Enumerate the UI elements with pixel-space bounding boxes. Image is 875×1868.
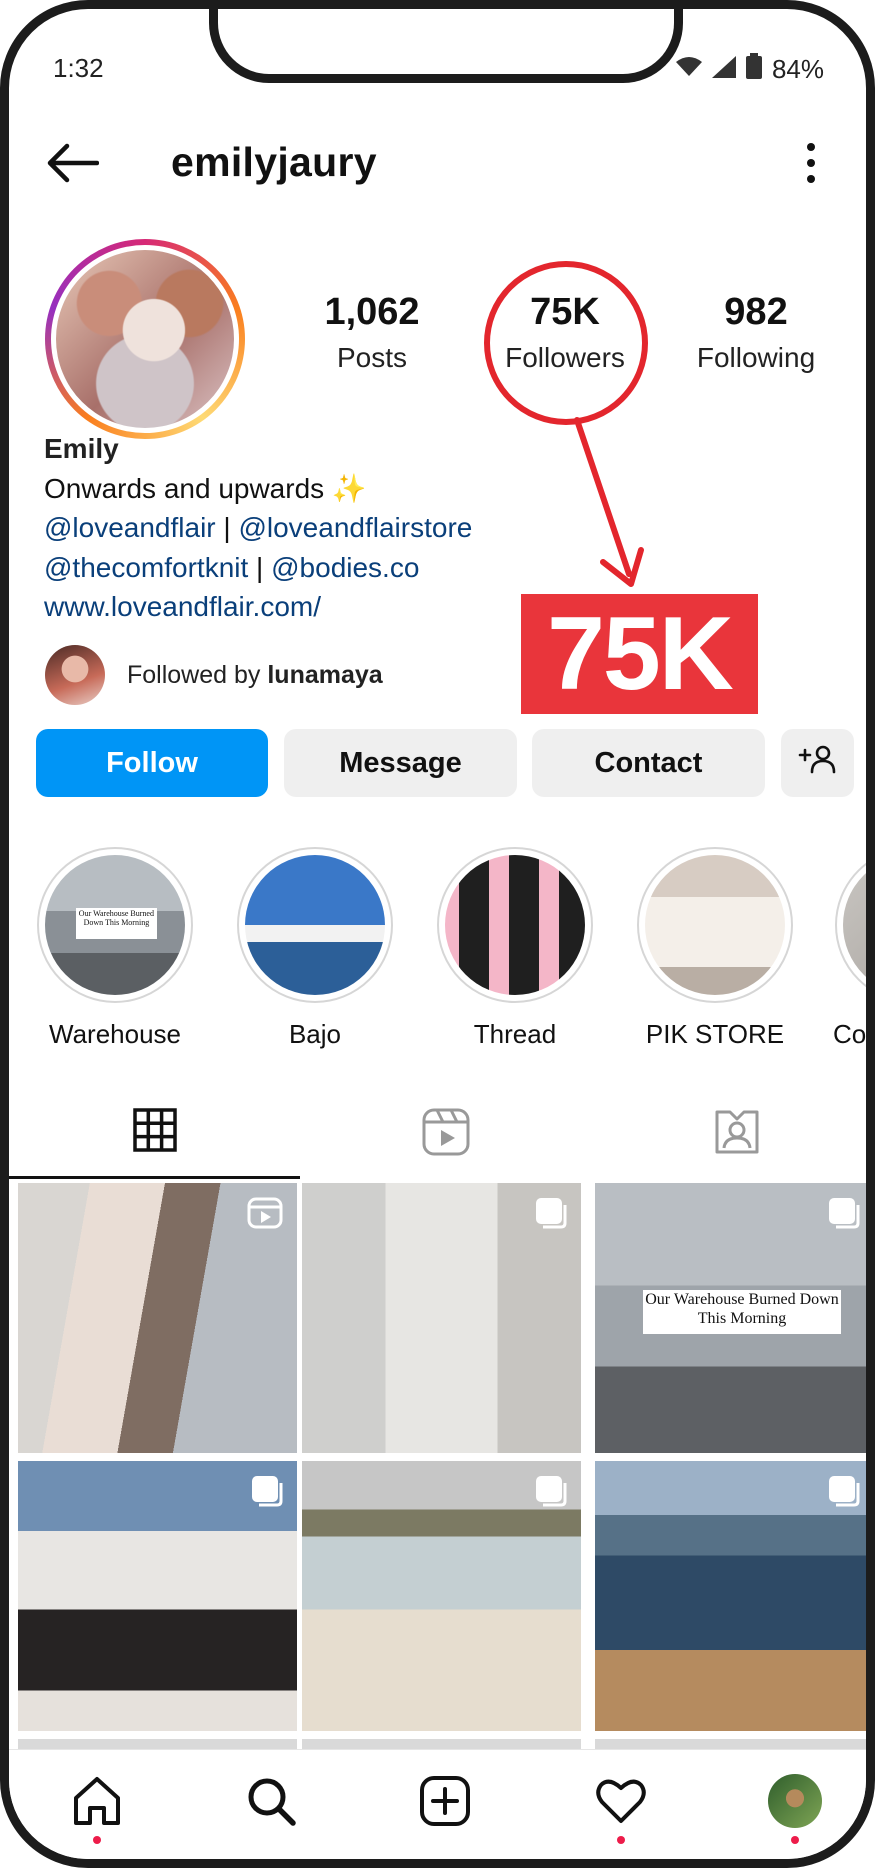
nav-activity[interactable] [591,1774,651,1844]
nav-home[interactable] [67,1774,127,1844]
tab-posts-grid[interactable] [9,1089,300,1179]
tagged-icon [712,1107,762,1162]
phone-frame: 1:32 84% emilyjaury 1,062 Posts 75K Foll… [0,0,875,1868]
nav-create[interactable] [415,1774,475,1844]
mention-link[interactable]: @thecomfortknit [44,552,248,583]
followed-by[interactable]: Followed by lunamaya [45,645,383,705]
bottom-navigation [9,1749,866,1859]
profile-tabs [9,1089,866,1179]
annotation-arrow [574,417,644,587]
add-user-button[interactable] [781,729,854,797]
carousel-icon [828,1475,860,1512]
stat-label: Posts [336,342,408,373]
highlight-label: Bajo [288,1019,342,1049]
mention-link[interactable]: @loveandflairstore [238,512,472,543]
carousel-icon [535,1197,567,1234]
tab-reels[interactable] [300,1089,591,1179]
follow-button[interactable]: Follow [36,729,268,797]
carousel-icon [251,1475,283,1512]
followed-by-text: Followed by lunamaya [127,660,383,689]
annotation-followers-callout: 75K [521,594,758,714]
stat-value: 1,062 [324,291,420,333]
annotation-circle [484,261,648,425]
highlight-warehouse[interactable]: Our Warehouse Burned Down This Morning W… [35,847,195,1050]
stat-posts[interactable]: 1,062 Posts [287,291,457,374]
sign-text: Our Warehouse Burned Down This Morning [75,908,157,939]
post-thumbnail[interactable] [302,1461,581,1731]
carousel-icon [535,1475,567,1512]
post-thumbnail[interactable] [18,1183,297,1453]
highlight-label: PIK STORE [645,1019,785,1049]
mutual-username: lunamaya [267,660,383,689]
profile-avatar-story-ring[interactable] [45,239,245,439]
highlight-cover: Our Warehouse Burned Down This Morning [45,855,185,995]
post-thumbnail[interactable] [302,1183,581,1453]
post-thumbnail[interactable] [595,1461,866,1731]
highlight-col[interactable]: Col [833,847,873,1050]
bio-links-row-2: @thecomfortknit | @bodies.co [44,551,420,583]
stat-label: Following [696,342,816,373]
status-icons: 84% [675,53,824,86]
grid-icon [132,1107,178,1158]
stat-following[interactable]: 982 Following [671,291,841,374]
status-time: 1:32 [53,53,104,83]
notification-dot [791,1836,799,1844]
highlight-bajo[interactable]: Bajo [235,847,395,1050]
vertical-dots-icon[interactable] [799,139,823,187]
carousel-icon [828,1197,860,1234]
nav-search[interactable] [241,1774,301,1844]
highlight-cover [843,855,866,995]
post-thumbnail[interactable] [18,1461,297,1731]
bio-text: Onwards and upwards ✨ [44,472,367,504]
mention-link[interactable]: @loveandflair [44,512,216,543]
highlight-label: Thread [473,1019,557,1049]
battery-icon [745,53,762,86]
website-link[interactable]: www.loveandflair.com/ [44,587,472,627]
highlight-cover [445,855,585,995]
heart-icon [594,1774,648,1844]
highlight-label: Col [833,1019,873,1049]
profile-username: emilyjaury [171,139,377,185]
tab-tagged[interactable] [591,1089,866,1179]
profile-avatar [56,250,234,428]
mutual-avatar [45,645,105,705]
notification-dot [617,1836,625,1844]
add-user-icon [798,744,838,782]
profile-bio: Emily Onwards and upwards ✨ @loveandflai… [44,429,472,627]
battery-percent: 84% [771,54,824,84]
profile-header: emilyjaury [9,129,866,199]
reels-icon [421,1107,471,1162]
arrow-left-icon[interactable] [45,143,100,183]
nav-profile[interactable] [765,1774,825,1844]
highlight-label: Warehouse [49,1019,181,1049]
message-button[interactable]: Message [284,729,517,797]
signal-icon [711,54,736,85]
add-post-icon [418,1774,472,1844]
wifi-icon [675,54,702,85]
mention-link[interactable]: @bodies.co [271,552,419,583]
search-icon [244,1774,298,1844]
phone-notch [209,9,683,83]
highlight-thread[interactable]: Thread [435,847,595,1050]
stat-value: 982 [724,291,788,333]
bio-links-row-1: @loveandflair | @loveandflairstore [44,512,473,543]
contact-button[interactable]: Contact [532,729,765,797]
profile-avatar [768,1774,822,1828]
reels-icon [247,1197,283,1234]
highlight-pik-store[interactable]: PIK STORE [635,847,795,1050]
notification-dot [93,1836,101,1844]
profile-display-name: Emily [44,433,119,464]
highlight-cover [645,855,785,995]
sign-text: Our Warehouse Burned Down This Morning [643,1290,841,1334]
home-icon [70,1774,124,1844]
post-thumbnail[interactable]: Our Warehouse Burned Down This Morning [595,1183,866,1453]
highlight-cover [245,855,385,995]
